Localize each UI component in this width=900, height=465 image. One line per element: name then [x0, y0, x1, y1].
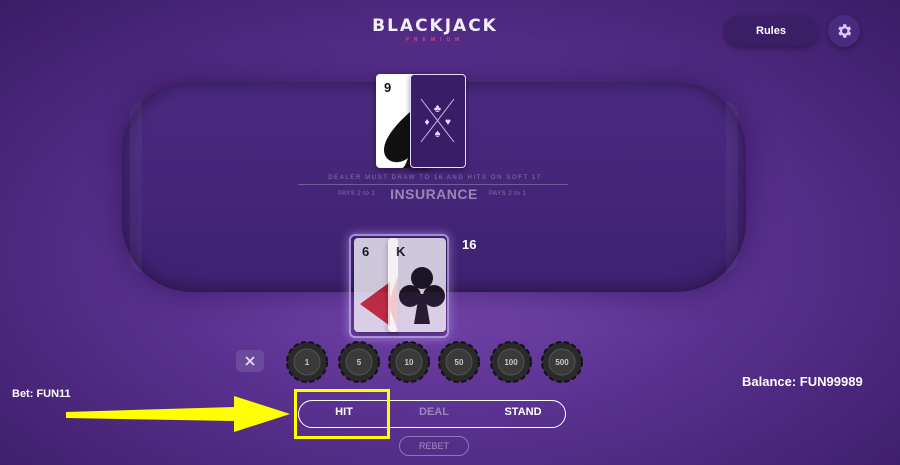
card-back-pattern-icon: ♣ ♦ ♥ ♠	[420, 98, 455, 143]
svg-text:♠: ♠	[435, 128, 441, 140]
insurance-pays-left: PAYS 2 to 1	[338, 191, 376, 197]
clear-bet-button[interactable]	[236, 350, 264, 372]
dealer-card-2-facedown: ♣ ♦ ♥ ♠	[410, 74, 466, 168]
deal-button[interactable]: DEAL	[393, 406, 475, 418]
chip-10[interactable]: 10	[387, 340, 431, 384]
insurance-pays-right: PAYS 2 to 1	[489, 191, 527, 197]
rebet-button[interactable]: REBET	[399, 436, 469, 456]
chip-value: 10	[404, 357, 414, 367]
balance-amount: Balance: FUN99989	[742, 374, 863, 389]
svg-text:♣: ♣	[434, 103, 441, 115]
hit-highlight-box	[294, 389, 390, 439]
player-card-2: K	[388, 238, 446, 332]
insurance-label: INSURANCE	[390, 186, 478, 202]
chip-value: 1	[304, 357, 310, 367]
club-icon	[399, 267, 445, 324]
dealer-rule-text: DEALER MUST DRAW TO 16 AND HITS ON SOFT …	[328, 175, 542, 181]
chip-500[interactable]: 500	[540, 340, 584, 384]
chip-value: 50	[454, 357, 464, 367]
logo-subtitle: PREMIUM	[405, 37, 465, 43]
chip-value: 5	[356, 357, 362, 367]
game-logo: BLACKJACK PREMIUM	[372, 16, 498, 43]
chip-5[interactable]: 5	[337, 340, 381, 384]
svg-text:♦: ♦	[424, 117, 429, 128]
bet-amount: Bet: FUN11	[12, 388, 71, 400]
chip-100[interactable]: 100	[489, 340, 533, 384]
pointer-arrow-icon	[66, 396, 290, 432]
settings-button[interactable]	[828, 15, 860, 47]
gear-icon	[838, 24, 852, 38]
rules-button[interactable]: Rules	[724, 16, 818, 46]
stand-button[interactable]: STAND	[480, 406, 566, 418]
chip-value: 100	[504, 357, 518, 367]
player-hand-total: 16	[462, 237, 477, 252]
chip-1[interactable]: 1	[285, 340, 329, 384]
chip-value: 500	[555, 357, 569, 367]
logo-title: BLACKJACK	[372, 16, 498, 36]
table-divider	[298, 184, 568, 185]
svg-text:♥: ♥	[445, 117, 451, 128]
chip-50[interactable]: 50	[437, 340, 481, 384]
close-icon	[245, 356, 255, 366]
